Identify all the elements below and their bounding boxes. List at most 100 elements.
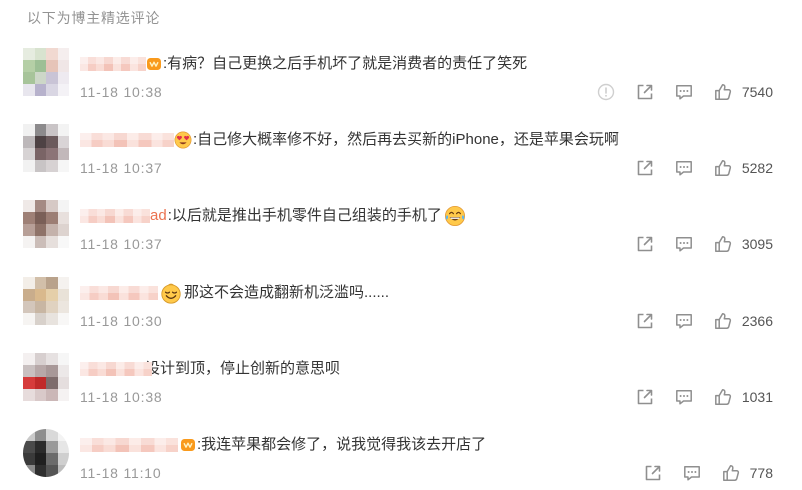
avatar-pixel (23, 84, 35, 96)
report-icon (597, 83, 615, 101)
reply-button[interactable] (674, 234, 694, 254)
avatar-pixel (57, 464, 69, 477)
avatar-pixel (57, 352, 69, 365)
avatar[interactable] (23, 352, 69, 401)
share-icon (645, 465, 660, 481)
username[interactable] (80, 209, 150, 224)
avatar-pixel (23, 300, 35, 313)
reply-button[interactable] (674, 82, 694, 102)
report-button[interactable] (596, 82, 616, 102)
avatar-pixel (57, 200, 69, 213)
reply-button[interactable] (674, 158, 694, 178)
avatar-pixel (23, 48, 35, 60)
avatar-pixel (23, 124, 35, 137)
username[interactable] (80, 57, 146, 71)
username[interactable] (80, 361, 152, 376)
avatar[interactable] (23, 48, 69, 96)
avatar-pixel (57, 388, 69, 401)
avatar-pixel (34, 72, 46, 84)
avatar-pixel (23, 364, 35, 377)
avatar-pixel (57, 224, 69, 237)
avatar-pixel (46, 376, 58, 389)
comment-item: 设计到顶，停止创新的意思呗 11-18 10:38 1031 (0, 352, 802, 409)
avatar-pixel (34, 60, 46, 72)
avatar[interactable] (23, 124, 69, 173)
avatar-pixel (23, 72, 35, 84)
avatar-pixel (46, 276, 58, 289)
avatar-pixel (23, 148, 35, 161)
avatar-pixel (46, 60, 58, 72)
reply-button[interactable] (674, 387, 694, 407)
comment-item: :有病？自己更换之后手机坏了就是消费者的责任了笑死 11-18 10:38 75… (0, 48, 802, 104)
avatar-pixel (46, 72, 58, 84)
like-button[interactable] (721, 463, 741, 483)
grin-emoji-icon (161, 283, 181, 304)
username-suffix[interactable]: ad (150, 206, 167, 226)
vip-badge-icon (147, 58, 161, 70)
like-button[interactable] (713, 158, 733, 178)
avatar-pixel (34, 364, 46, 377)
like-icon (722, 464, 739, 481)
share-button[interactable] (643, 463, 663, 483)
reply-button[interactable] (682, 463, 702, 483)
username[interactable] (80, 437, 178, 452)
comment-actions: 7540 (596, 82, 773, 102)
reply-button[interactable] (674, 311, 694, 331)
comment-actions: 5282 (635, 158, 773, 178)
comment-time: 11-18 10:30 (80, 312, 163, 329)
comment-time: 11-18 10:38 (80, 388, 163, 405)
share-button[interactable] (635, 158, 655, 178)
avatar-pixel (34, 48, 46, 60)
share-button[interactable] (635, 82, 655, 102)
like-button[interactable] (713, 82, 733, 102)
avatar[interactable] (23, 200, 69, 249)
avatar-pixel (57, 364, 69, 377)
vip-badge-icon (146, 56, 162, 72)
comment-actions: 778 (643, 463, 773, 483)
share-button[interactable] (635, 311, 655, 331)
comment-icon (675, 85, 692, 100)
comment-line: :自己修大概率修不好，然后再去买新的iPhone，还是苹果会玩啊 (80, 130, 619, 150)
avatar-pixel (23, 160, 35, 173)
avatar-pixel (46, 300, 58, 313)
avatar-pixel (23, 136, 35, 149)
avatar-pixel (46, 124, 58, 137)
share-button[interactable] (635, 387, 655, 407)
avatar[interactable] (23, 276, 69, 325)
share-icon (637, 389, 653, 405)
comment-text: :有病？自己更换之后手机坏了就是消费者的责任了笑死 (163, 55, 528, 72)
avatar-pixel (46, 224, 58, 237)
avatar[interactable] (23, 428, 69, 477)
avatar-pixel (57, 300, 69, 313)
like-button[interactable] (713, 234, 733, 254)
avatar-pixel (46, 364, 58, 377)
avatar-pixel (34, 312, 46, 325)
avatar-pixel (23, 428, 35, 441)
avatar-pixel (23, 452, 35, 465)
share-icon (637, 160, 653, 176)
avatar-pixel (46, 428, 58, 441)
share-button[interactable] (635, 234, 655, 254)
comment-item: :自己修大概率修不好，然后再去买新的iPhone，还是苹果会玩啊 11-18 1… (0, 124, 802, 180)
username[interactable] (80, 285, 158, 300)
avatar-pixel (34, 376, 46, 389)
like-button[interactable] (713, 311, 733, 331)
like-icon (714, 160, 731, 177)
username[interactable] (80, 133, 174, 148)
comment-time: 11-18 11:10 (80, 464, 162, 481)
like-count: 778 (749, 464, 773, 481)
comment-line: :我连苹果都会修了，说我觉得我该去开店了 (80, 435, 486, 455)
share-icon (637, 313, 653, 328)
avatar-pixel (23, 288, 35, 301)
avatar-pixel (46, 236, 58, 249)
avatar-pixel (23, 236, 35, 249)
avatar-pixel (57, 376, 69, 389)
avatar-pixel (34, 136, 46, 149)
avatar-pixel (57, 84, 69, 96)
comment-icon (675, 389, 692, 405)
like-button[interactable] (713, 387, 733, 407)
vip-badge-icon (180, 437, 196, 453)
avatar-pixel (34, 160, 46, 173)
comment-item: :我连苹果都会修了，说我觉得我该去开店了 11-18 11:10 778 (0, 428, 802, 485)
comment-actions: 1031 (635, 387, 773, 407)
